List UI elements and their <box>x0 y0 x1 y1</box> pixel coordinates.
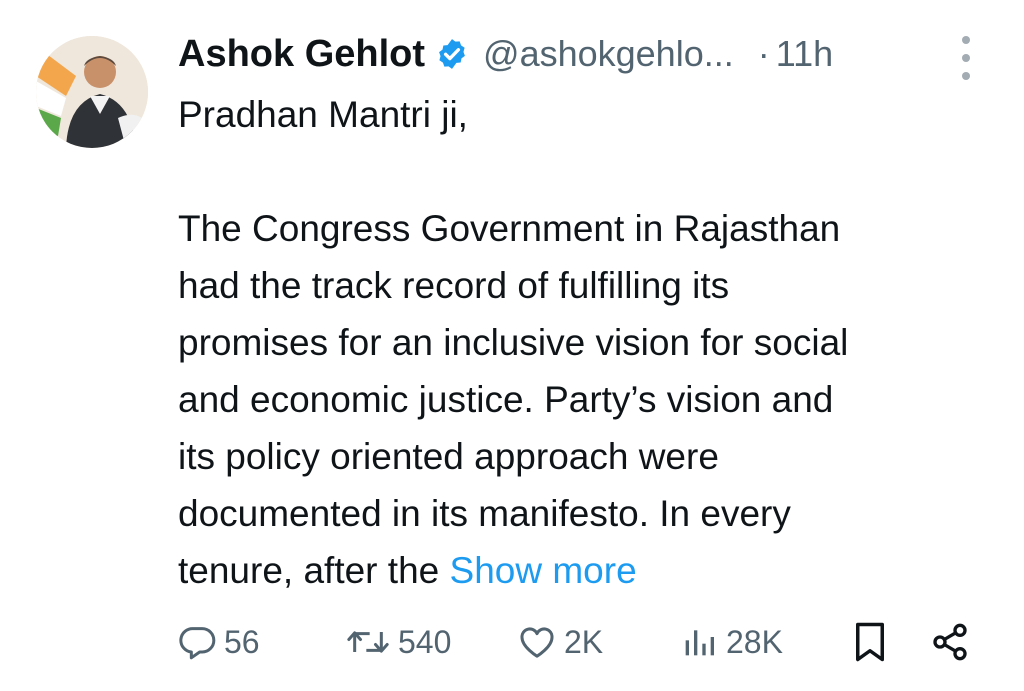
tweet-line: documented in its manifesto. In every <box>178 493 791 534</box>
tweet-actions: 56 540 2K 28K <box>178 612 978 672</box>
like-button[interactable]: 2K <box>516 612 603 672</box>
bookmark-icon <box>856 622 884 662</box>
reply-icon <box>179 627 216 660</box>
tweet-text: Pradhan Mantri ji, The Congress Governme… <box>178 86 998 599</box>
avatar[interactable] <box>36 36 148 148</box>
tweet-line: promises for an inclusive vision for soc… <box>178 322 849 363</box>
reply-button[interactable]: 56 <box>178 612 260 672</box>
tweet-line: had the track record of fulfilling its <box>178 265 730 306</box>
tweet-header: Ashok Gehlot @ashokgehlo... · 11h <box>178 26 833 82</box>
author-handle[interactable]: @ashokgehlo... <box>483 33 734 75</box>
author-name[interactable]: Ashok Gehlot <box>178 33 425 76</box>
tweet-line: The Congress Government in Rajasthan <box>178 208 841 249</box>
tweet-last-line: tenure, after the Show more <box>178 542 998 599</box>
like-icon <box>520 627 554 658</box>
like-count: 2K <box>564 623 604 660</box>
retweet-count: 540 <box>398 623 452 660</box>
tweet-card: Ashok Gehlot @ashokgehlo... · 11h Pradha… <box>0 0 1024 691</box>
views-button[interactable]: 28K <box>678 612 783 672</box>
separator-dot: · <box>757 33 770 74</box>
tweet-line: its policy oriented approach were <box>178 436 719 477</box>
bookmark-button[interactable] <box>852 612 888 672</box>
tweet-greeting: Pradhan Mantri ji, <box>178 94 468 135</box>
share-button[interactable] <box>930 612 970 672</box>
tweet-line: tenure, after the <box>178 550 450 591</box>
show-more-link[interactable]: Show more <box>450 550 637 591</box>
share-icon <box>933 623 967 661</box>
verified-badge-icon <box>435 37 469 71</box>
more-options-icon[interactable] <box>954 36 978 80</box>
retweet-icon <box>347 631 389 653</box>
views-icon <box>685 630 714 656</box>
tweet-line: and economic justice. Party’s vision and <box>178 379 834 420</box>
retweet-button[interactable]: 540 <box>344 612 451 672</box>
avatar-image <box>36 36 148 148</box>
views-count: 28K <box>726 623 783 660</box>
timestamp[interactable]: 11h <box>776 33 833 75</box>
reply-count: 56 <box>224 623 260 660</box>
